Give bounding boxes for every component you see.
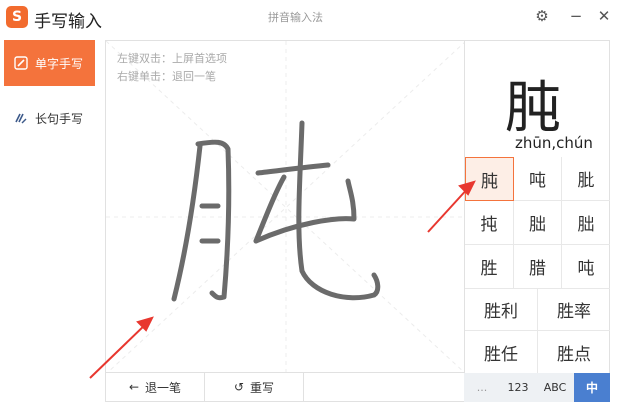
undo-label: 退一笔: [145, 380, 182, 395]
sogou-logo-icon: S: [6, 6, 28, 28]
candidate-char[interactable]: 朏: [514, 201, 562, 245]
pencil-icon: [14, 56, 28, 70]
mode-numeric[interactable]: 123: [500, 373, 536, 402]
preview-character: 肫: [505, 76, 561, 141]
input-mode-bar: ... 123 ABC 中: [464, 373, 610, 402]
title-bar: S 手写输入 拼音输入法 ⚙ − ✕: [0, 0, 620, 36]
pad-action-bar: ← 退一笔 ↺ 重写: [105, 372, 465, 402]
stroke: [255, 162, 331, 176]
sidebar-item-label: 长句手写: [35, 111, 84, 126]
arrow-left-icon: ←: [128, 380, 140, 394]
undo-stroke-button[interactable]: ← 退一笔: [106, 373, 205, 401]
handwriting-pad[interactable]: 左键双击：上屏首选项 右键单击：退回一笔: [105, 40, 465, 373]
candidate-word[interactable]: 胜利: [465, 289, 538, 331]
preview-pinyin: zhūn,chún: [515, 134, 593, 152]
rewrite-button[interactable]: ↺ 重写: [205, 373, 304, 401]
candidate-word[interactable]: 胜点: [538, 331, 610, 373]
candidate-char[interactable]: 吨: [514, 157, 562, 201]
app-title: 手写输入: [34, 12, 102, 32]
candidate-panel: 肫 zhūn,chún 肫 吨 肶 扽 朏 朏 胜 腊 吨 胜利 胜率 胜任 胜…: [464, 40, 610, 402]
candidate-char[interactable]: 吨: [562, 245, 610, 289]
candidate-word[interactable]: 胜任: [465, 331, 538, 373]
close-icon[interactable]: ✕: [594, 6, 614, 26]
window-caption: 拼音输入法: [268, 11, 323, 24]
candidate-char[interactable]: 腊: [514, 245, 562, 289]
mode-chinese[interactable]: 中: [574, 373, 610, 402]
gear-icon[interactable]: ⚙: [532, 6, 552, 26]
sidebar-item-long-sentence[interactable]: 长句手写: [4, 95, 95, 141]
candidate-char[interactable]: 胜: [465, 245, 514, 289]
mode-alpha[interactable]: ABC: [536, 373, 574, 402]
rewrite-label: 重写: [250, 380, 275, 395]
mode-sidebar: 单字手写 长句手写: [0, 40, 98, 407]
handwritten-strokes: [171, 120, 381, 302]
minus-icon[interactable]: −: [566, 6, 586, 26]
sidebar-item-label: 单字手写: [35, 56, 84, 71]
stroke: [171, 143, 203, 302]
sidebar-item-single-char[interactable]: 单字手写: [4, 40, 95, 86]
candidate-word[interactable]: 胜率: [538, 289, 610, 331]
candidate-char[interactable]: 朏: [562, 201, 610, 245]
stroke: [195, 139, 232, 301]
candidate-char[interactable]: 肶: [562, 157, 610, 201]
sentence-pen-icon: [14, 111, 28, 125]
candidate-char[interactable]: 扽: [465, 201, 514, 245]
refresh-icon: ↺: [233, 380, 245, 394]
mode-more[interactable]: ...: [464, 373, 500, 402]
stroke: [296, 120, 381, 301]
candidate-char[interactable]: 肫: [465, 157, 514, 201]
